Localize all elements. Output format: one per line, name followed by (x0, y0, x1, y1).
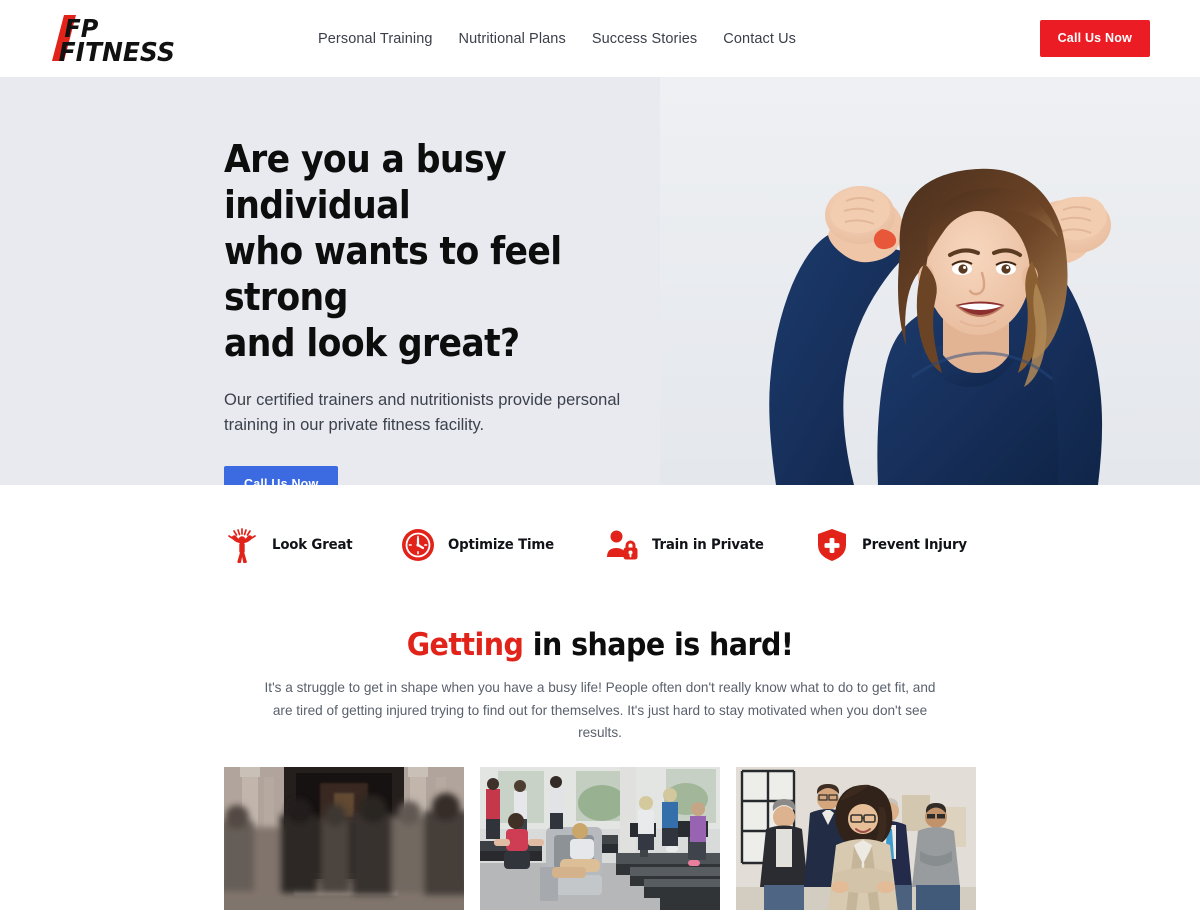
hero-call-us-now-button[interactable]: Call Us Now (224, 466, 339, 485)
feature-label-train-in-private: Train in Private (651, 537, 764, 553)
struggle-section: Getting in shape is hard! It's a struggl… (0, 605, 1200, 910)
hero-heading-line-2: who wants to feel strong (224, 229, 562, 320)
page-root: FP FITNESS FP FITNESS Personal Training … (0, 0, 1200, 910)
hero-subtext: Our certified trainers and nutritionists… (224, 391, 621, 434)
feature-label-optimize-time: Optimize Time (448, 537, 555, 553)
clock-icon (400, 527, 436, 563)
hero-copy: Are you a busy individual who wants to f… (224, 137, 654, 485)
struggle-photo-row (0, 766, 1200, 910)
svg-text:FITNESS: FITNESS (59, 37, 175, 66)
nav-item-success-stories[interactable]: Success Stories (592, 31, 697, 47)
hero-heading-line-3: and look great? (224, 321, 520, 366)
site-logo[interactable]: FP FITNESS FP FITNESS (50, 11, 200, 67)
struggle-photo-professionals (736, 766, 976, 910)
feature-label-prevent-injury: Prevent Injury (861, 537, 967, 553)
nav-item-nutritional-plans[interactable]: Nutritional Plans (459, 31, 566, 47)
feature-look-great: Look Great (224, 527, 359, 563)
feature-prevent-injury: Prevent Injury (814, 527, 976, 563)
feature-optimize-time: Optimize Time (400, 527, 563, 563)
shield-plus-icon (814, 527, 850, 563)
struggle-paragraph: It's a struggle to get in shape when you… (264, 680, 936, 740)
hero-heading-line-1: Are you a busy individual (224, 137, 507, 228)
header-call-us-now-button[interactable]: Call Us Now (1039, 20, 1150, 57)
struggle-heading-accent: Getting (406, 627, 524, 663)
logo-mark: FP FITNESS (52, 13, 175, 67)
struggle-photo-busy-crowd (224, 766, 464, 910)
nav-item-contact-us[interactable]: Contact Us (723, 31, 796, 47)
site-header: FP FITNESS FP FITNESS Personal Training … (0, 0, 1200, 77)
feature-train-in-private: Train in Private (604, 527, 773, 563)
hero-heading: Are you a busy individual who wants to f… (224, 137, 611, 367)
person-cheering-icon (224, 527, 260, 563)
features-row: Look Great Optimize Time Train in Privat… (0, 485, 1200, 605)
hero-section: Are you a busy individual who wants to f… (0, 77, 1200, 485)
struggle-photo-crowded-gym (480, 766, 720, 910)
nav-item-personal-training[interactable]: Personal Training (318, 31, 433, 47)
struggle-heading-rest: in shape is hard! (523, 627, 794, 663)
struggle-heading: Getting in shape is hard! (48, 627, 1152, 663)
main-navigation: Personal Training Nutritional Plans Succ… (318, 31, 796, 47)
hero-image (660, 77, 1200, 485)
person-lock-icon (604, 527, 640, 563)
feature-label-look-great: Look Great (272, 537, 353, 553)
